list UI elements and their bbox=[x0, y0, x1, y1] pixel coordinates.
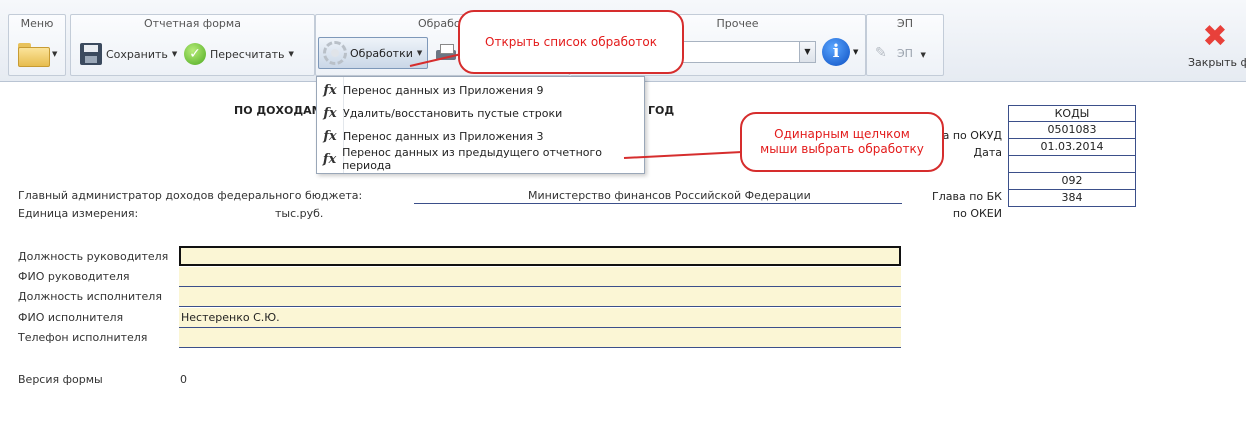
callout-single-click: Одинарным щелчком мыши выбрать обработку bbox=[740, 112, 944, 172]
callout-pointer-single-click bbox=[623, 151, 743, 159]
callout-open-list: Открыть список обработок bbox=[458, 10, 684, 74]
